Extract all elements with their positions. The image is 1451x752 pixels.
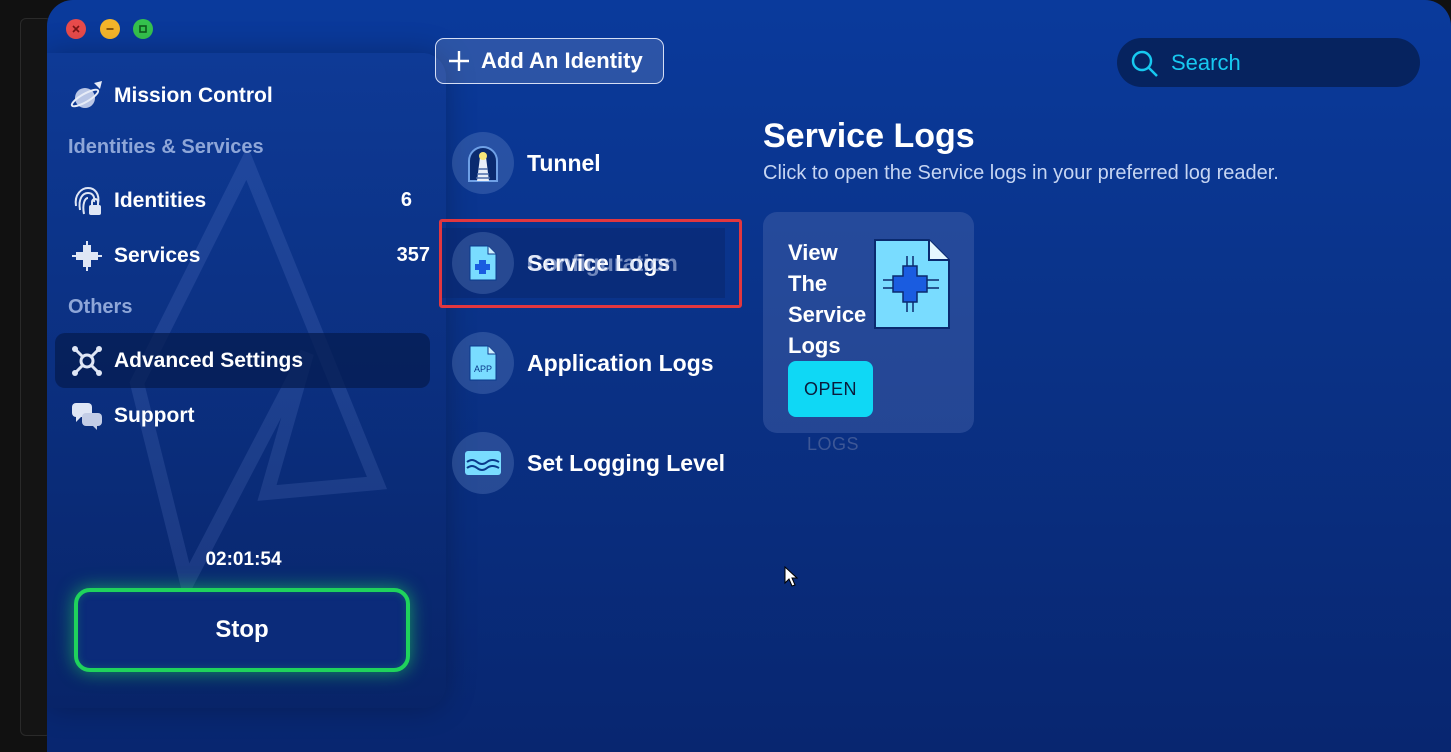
maximize-icon (139, 25, 147, 33)
search-box[interactable] (1117, 38, 1420, 87)
menu-item-tunnel[interactable]: Tunnel (452, 128, 752, 198)
sidebar-item-support[interactable]: Support (55, 388, 430, 443)
sidebar-item-label: Mission Control (114, 83, 273, 107)
open-logs-button[interactable]: OPEN (788, 361, 873, 417)
stop-button[interactable]: Stop (74, 588, 410, 672)
fingerprint-lock-icon (67, 181, 107, 221)
window-minimize-button[interactable] (100, 19, 120, 39)
menu-item-label: Tunnel (527, 149, 601, 176)
menu-item-set-logging-level[interactable]: Set Logging Level (452, 428, 752, 498)
section-label-others: Others (68, 296, 133, 318)
planet-rocket-icon (67, 76, 107, 116)
detail-description: Click to open the Service logs in your p… (763, 162, 1279, 184)
service-logs-file-icon (874, 239, 950, 329)
app-icon-text: APP (474, 364, 492, 374)
menu-item-label: Application Logs (527, 349, 714, 376)
service-logs-card: View The Service Logs OPEN LOGS (763, 212, 974, 454)
connection-timer: 02:01:54 (205, 549, 282, 570)
sidebar-item-services[interactable]: Services 357 (55, 228, 430, 283)
sidebar-item-mission-control[interactable]: Mission Control (55, 68, 430, 123)
sidebar-item-label: Advanced Settings (114, 348, 304, 372)
chat-bubbles-icon (67, 396, 107, 436)
sidebar-item-label: Support (114, 403, 195, 427)
section-label-identities-services: Identities & Services (68, 136, 264, 158)
detail-title: Service Logs (763, 117, 975, 155)
sidebar-item-advanced-settings[interactable]: Advanced Settings (55, 333, 430, 388)
wrench-gear-icon (67, 341, 107, 381)
sidebar: Mission Control Identities & Services Id… (47, 53, 446, 708)
tunnel-icon (452, 132, 514, 194)
window-close-button[interactable] (66, 19, 86, 39)
app-logs-icon: APP (452, 332, 514, 394)
add-identity-button[interactable]: Add An Identity (435, 38, 664, 84)
services-count: 357 (396, 244, 430, 266)
sidebar-item-label: Identities (114, 188, 207, 212)
card-title: View The Service Logs (788, 240, 867, 358)
sidebar-item-label: Services (114, 243, 201, 267)
close-icon (72, 25, 80, 33)
plus-icon (449, 51, 469, 71)
menu-item-application-logs[interactable]: APP Application Logs (452, 328, 752, 398)
window-maximize-button[interactable] (133, 19, 153, 39)
logging-level-icon (452, 432, 514, 494)
minimize-icon (106, 28, 114, 30)
search-input[interactable] (1169, 48, 1403, 77)
services-chip-icon (67, 236, 107, 276)
search-icon (1131, 50, 1158, 77)
logs-ghost-label: LOGS (807, 434, 860, 454)
menu-item-label: Set Logging Level (527, 449, 726, 476)
add-identity-label: Add An Identity (481, 48, 643, 73)
sidebar-item-identities[interactable]: Identities 6 (55, 173, 430, 228)
identities-count: 6 (400, 189, 412, 211)
mouse-cursor-icon (784, 566, 798, 587)
app-window: Mission Control Identities & Services Id… (47, 0, 1451, 752)
selection-highlight (439, 219, 742, 308)
